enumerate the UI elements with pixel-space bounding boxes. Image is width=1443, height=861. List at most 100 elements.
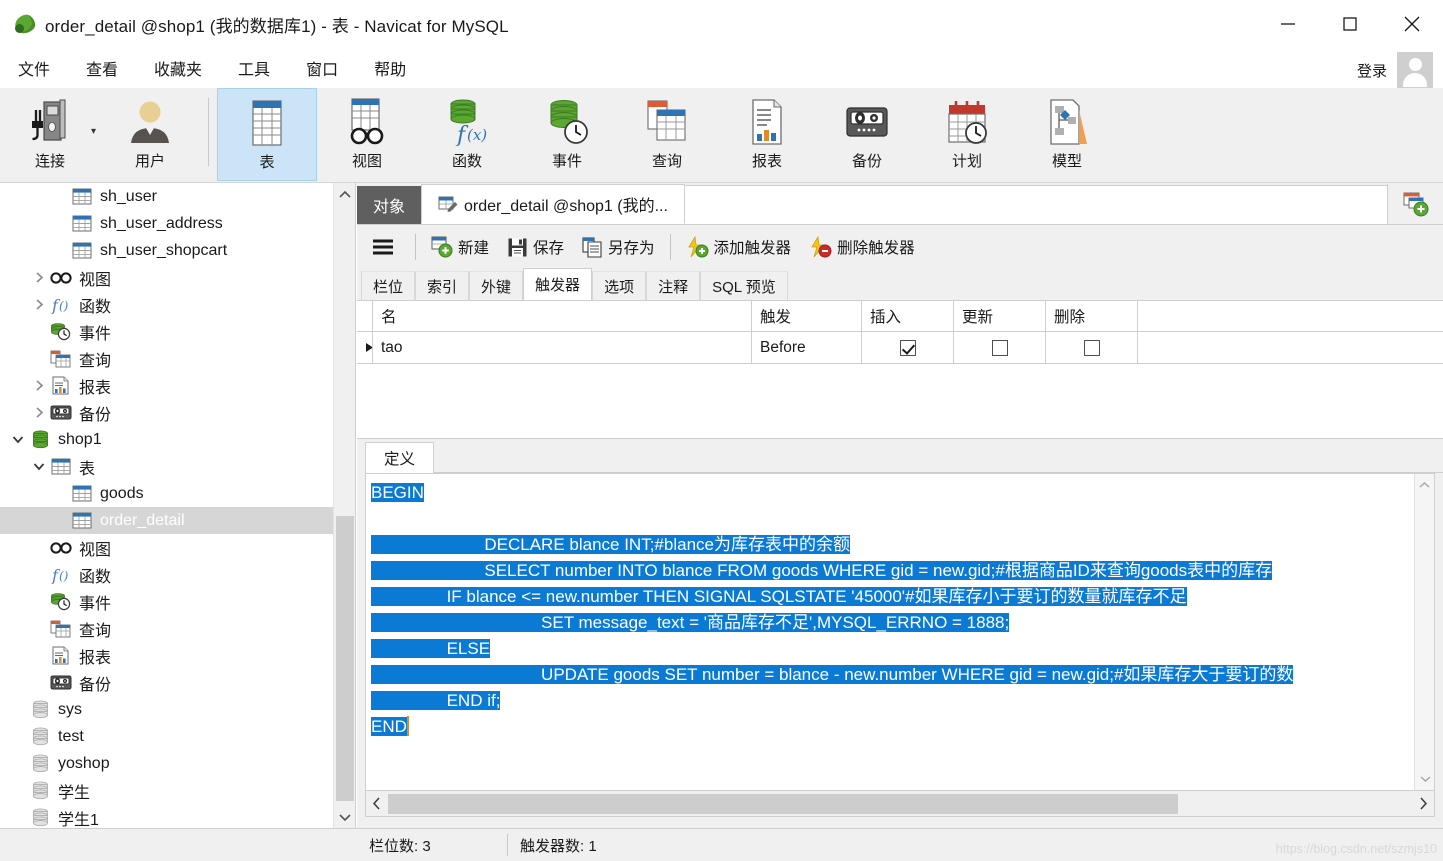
sidebar-item-yoshop[interactable]: yoshop [0, 750, 355, 777]
editor-horizontal-scrollbar[interactable] [365, 791, 1435, 817]
add-trigger-button[interactable]: 添加触发器 [677, 230, 801, 264]
code-line[interactable]: SELECT number INTO blance FROM goods WHE… [366, 558, 1293, 584]
sidebar-item-sh_user_shopcart[interactable]: sh_user_shopcart [0, 237, 355, 264]
cell-trigger-timing[interactable]: Before [752, 332, 862, 363]
column-header-timing[interactable]: 触发 [752, 301, 862, 331]
tab-order-detail-designer[interactable]: order_detail @shop1 (我的... [421, 184, 685, 224]
toolbar-button-function[interactable]: f (x) 函数 [417, 88, 517, 181]
trigger-grid[interactable]: 名 触发 插入 更新 删除 tao Before [357, 301, 1443, 439]
code-line[interactable]: UPDATE goods SET number = blance - new.n… [366, 662, 1293, 688]
toolbar-button-view[interactable]: 视图 [317, 88, 417, 181]
tab-触发器[interactable]: 触发器 [523, 268, 592, 300]
tab-外键[interactable]: 外键 [469, 271, 523, 300]
sidebar-scrollbar[interactable] [333, 183, 355, 828]
menu-item-file[interactable]: 文件 [18, 56, 50, 80]
column-header-name[interactable]: 名 [373, 301, 752, 331]
sidebar-item-函数[interactable]: f ()函数 [0, 561, 355, 588]
editor-vertical-scrollbar[interactable] [1414, 474, 1434, 790]
code-line[interactable]: END [366, 714, 1293, 740]
save-button[interactable]: 保存 [498, 230, 573, 264]
column-header-delete[interactable]: 删除 [1046, 301, 1138, 331]
save-as-button[interactable]: 另存为 [573, 230, 664, 264]
hscroll-track[interactable] [388, 794, 1412, 814]
checkbox-update[interactable] [992, 340, 1008, 356]
cell-trigger-insert[interactable] [862, 332, 954, 363]
menu-item-tools[interactable]: 工具 [238, 56, 270, 80]
chevron-left-icon[interactable] [366, 797, 388, 810]
tab-definition[interactable]: 定义 [365, 442, 434, 473]
maximize-icon[interactable] [1319, 0, 1381, 48]
code-line[interactable] [366, 506, 1293, 532]
login-link[interactable]: 登录 [1357, 60, 1387, 81]
new-button[interactable]: 新建 [422, 230, 498, 264]
code-line[interactable]: BEGIN [366, 480, 1293, 506]
chevron-right-icon[interactable] [29, 380, 49, 391]
sidebar-item-事件[interactable]: 事件 [0, 318, 355, 345]
sidebar-item-报表[interactable]: 报表 [0, 372, 355, 399]
tab-objects[interactable]: 对象 [357, 186, 421, 224]
checkbox-delete[interactable] [1084, 340, 1100, 356]
sidebar-item-查询[interactable]: 查询 [0, 615, 355, 642]
code-line[interactable]: DECLARE blance INT;#blance为库存表中的余额 [366, 532, 1293, 558]
sidebar-item-事件[interactable]: 事件 [0, 588, 355, 615]
object-tree-sidebar[interactable]: sh_user sh_user_address sh_user_shopcart… [0, 183, 356, 828]
sidebar-item-查询[interactable]: 查询 [0, 345, 355, 372]
cell-trigger-name[interactable]: tao [373, 332, 752, 363]
sidebar-item-goods[interactable]: goods [0, 480, 355, 507]
chevron-right-icon[interactable] [1412, 797, 1434, 810]
sidebar-item-备份[interactable]: 备份 [0, 399, 355, 426]
sidebar-item-sys[interactable]: sys [0, 696, 355, 723]
toolbar-button-query[interactable]: 查询 [617, 88, 717, 181]
toolbar-button-event[interactable]: 事件 [517, 88, 617, 181]
sidebar-item-sh_user[interactable]: sh_user [0, 183, 355, 210]
chevron-right-icon[interactable] [29, 407, 49, 418]
chevron-down-icon[interactable] [29, 461, 49, 472]
minimize-icon[interactable] [1257, 0, 1319, 48]
menu-item-help[interactable]: 帮助 [374, 56, 406, 80]
code-line[interactable]: END if; [366, 688, 1293, 714]
code-line[interactable]: IF blance <= new.number THEN SIGNAL SQLS… [366, 584, 1293, 610]
chevron-down-icon[interactable] [334, 806, 356, 828]
chevron-right-icon[interactable] [29, 299, 49, 310]
hamburger-menu-icon[interactable] [357, 237, 409, 257]
database-tree[interactable]: sh_user sh_user_address sh_user_shopcart… [0, 183, 355, 828]
code-line[interactable]: ELSE [366, 636, 1293, 662]
sql-definition-editor[interactable]: BEGIN DECLARE blance INT;#blance为库存表中的余额… [365, 473, 1435, 791]
tab-SQL 预览[interactable]: SQL 预览 [700, 271, 788, 300]
tab-注释[interactable]: 注释 [646, 271, 700, 300]
tab-栏位[interactable]: 栏位 [361, 271, 415, 300]
sidebar-item-test[interactable]: test [0, 723, 355, 750]
sidebar-item-视图[interactable]: 视图 [0, 534, 355, 561]
cell-trigger-delete[interactable] [1046, 332, 1138, 363]
chevron-down-icon[interactable] [1415, 768, 1435, 790]
toolbar-button-schedule[interactable]: 计划 [917, 88, 1017, 181]
sidebar-item-学生[interactable]: 学生 [0, 777, 355, 804]
code-line[interactable]: SET message_text = '商品库存不足',MYSQL_ERRNO … [366, 610, 1293, 636]
sidebar-item-函数[interactable]: f ()函数 [0, 291, 355, 318]
sidebar-item-学生1[interactable]: 学生1 [0, 804, 355, 828]
sidebar-item-shop1[interactable]: shop1 [0, 426, 355, 453]
chevron-up-icon[interactable] [1415, 474, 1434, 496]
sidebar-item-报表[interactable]: 报表 [0, 642, 355, 669]
table-row[interactable]: tao Before [357, 332, 1443, 364]
sidebar-item-sh_user_address[interactable]: sh_user_address [0, 210, 355, 237]
chevron-right-icon[interactable] [29, 272, 49, 283]
column-header-update[interactable]: 更新 [954, 301, 1046, 331]
toolbar-button-backup[interactable]: 备份 [817, 88, 917, 181]
column-header-insert[interactable]: 插入 [862, 301, 954, 331]
chevron-down-icon[interactable] [8, 434, 28, 445]
hscroll-thumb[interactable] [388, 794, 1178, 814]
toolbar-button-connection[interactable]: 连接 ▾ [0, 88, 100, 181]
delete-trigger-button[interactable]: 删除触发器 [800, 230, 924, 264]
sidebar-scroll-thumb[interactable] [336, 516, 354, 801]
sidebar-item-备份[interactable]: 备份 [0, 669, 355, 696]
sidebar-item-order_detail[interactable]: order_detail [0, 507, 355, 534]
tab-索引[interactable]: 索引 [415, 271, 469, 300]
menu-item-view[interactable]: 查看 [86, 56, 118, 80]
chevron-down-icon[interactable]: ▾ [91, 126, 96, 137]
user-avatar-icon[interactable] [1397, 52, 1433, 88]
menu-item-favorites[interactable]: 收藏夹 [154, 56, 202, 80]
table-attribute-tabs[interactable]: 栏位索引外键触发器选项注释SQL 预览 [357, 269, 1443, 301]
close-icon[interactable] [1381, 0, 1443, 48]
toolbar-button-table[interactable]: 表 [217, 88, 317, 181]
